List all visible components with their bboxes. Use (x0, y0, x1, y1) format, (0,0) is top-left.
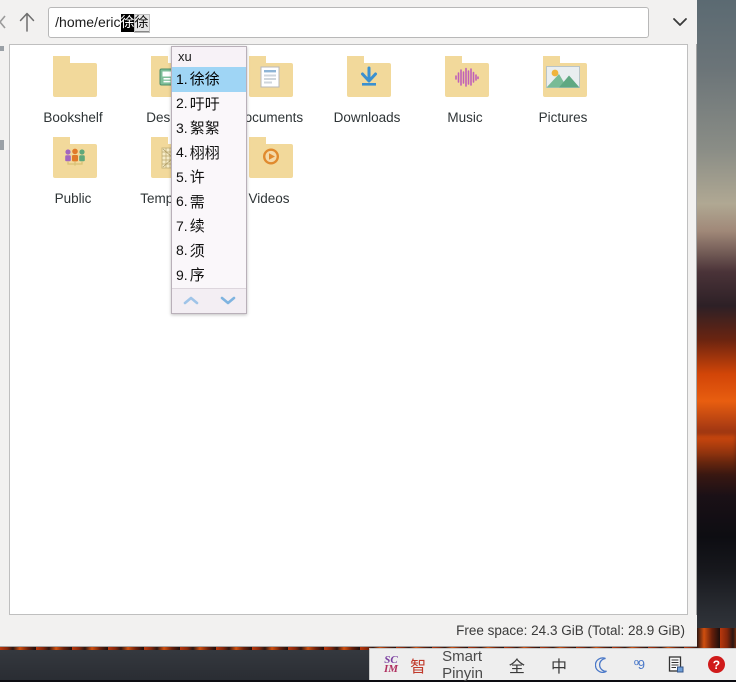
folder-videos-icon (241, 136, 297, 184)
file-item-label: Downloads (333, 110, 401, 125)
ime-candidate-6[interactable]: 6. 需 (172, 190, 246, 215)
status-bar: Free space: 24.3 GiB (Total: 28.9 GiB) (0, 615, 697, 646)
scim-engine-badge[interactable]: 智 (404, 650, 432, 680)
file-item-bookshelf[interactable]: Bookshelf (24, 51, 122, 132)
scim-input-method-toolbar[interactable]: SC IM 智 Smart Pinyin 全 中 º9 ? (369, 648, 736, 682)
file-item-pictures[interactable]: Pictures (514, 51, 612, 132)
candidate-text: 须 (189, 241, 205, 260)
edge-mark (0, 140, 4, 150)
punctuation-icon[interactable]: º9 (628, 650, 650, 680)
candidate-text: 序 (189, 266, 205, 284)
preedit-selected-char: 徐 (120, 14, 135, 32)
ime-pager (172, 287, 246, 313)
scim-logo-bottom: IM (384, 662, 399, 675)
ime-candidate-7[interactable]: 7. 续 (172, 214, 246, 239)
candidate-number: 2. (176, 95, 188, 112)
file-list-pane[interactable]: Bookshelf Documents Downloads Music Pict… (9, 44, 688, 615)
ime-candidate-2[interactable]: 2. 吁吁 (172, 92, 246, 117)
ime-candidate-list[interactable]: 1. 徐徐 2. 吁吁 3. 絮絮 4. 栩栩 5. 许 6. 需 7. 续 8… (172, 67, 246, 288)
candidate-number: 3. (176, 119, 188, 136)
preedit-remaining-char: 徐 (133, 14, 150, 33)
ime-candidate-3[interactable]: 3. 絮絮 (172, 116, 246, 141)
scim-engine-name[interactable]: Smart Pinyin (432, 648, 489, 682)
moon-icon[interactable] (589, 650, 616, 680)
icon-grid: Bookshelf Documents Downloads Music Pict… (10, 45, 687, 213)
candidate-text: 许 (189, 168, 205, 186)
chevron-up-icon[interactable] (179, 292, 203, 310)
ime-preedit-text: xu (172, 47, 246, 67)
candidate-number: 9. (176, 266, 188, 283)
file-item-music[interactable]: Music (416, 51, 514, 132)
ime-candidate-4[interactable]: 4. 栩栩 (172, 141, 246, 166)
candidate-text: 续 (189, 217, 205, 235)
candidate-number: 8. (176, 242, 188, 259)
file-item-label: Pictures (538, 110, 588, 125)
back-button[interactable] (0, 7, 9, 37)
file-manager-window: /home/eric徐徐 Bookshelf Documents Downloa… (0, 0, 697, 647)
folder-plain-icon (45, 55, 101, 103)
candidate-text: 需 (189, 192, 205, 211)
path-value: /home/eric (55, 14, 121, 30)
ime-candidate-8[interactable]: 8. 须 (172, 239, 246, 264)
ime-candidate-1[interactable]: 1. 徐徐 (172, 67, 246, 92)
ime-candidate-popup[interactable]: xu 1. 徐徐 2. 吁吁 3. 絮絮 4. 栩栩 5. 许 6. 需 7. … (171, 46, 247, 314)
scim-logo[interactable]: SC IM (378, 650, 404, 680)
candidate-text: 徐徐 (189, 70, 220, 88)
candidate-text: 吁吁 (189, 94, 220, 113)
window-left-edge (0, 44, 9, 615)
scim-language-toggle[interactable]: 中 (545, 650, 573, 680)
path-text: /home/eric徐徐 (55, 12, 150, 33)
candidate-number: 5. (176, 168, 188, 185)
candidate-number: 7. (176, 217, 188, 234)
folder-documents-icon (241, 55, 297, 103)
candidate-number: 6. (176, 193, 188, 210)
scim-width-toggle[interactable]: 全 (503, 650, 531, 680)
folder-public-icon (45, 136, 101, 184)
folder-music-icon (437, 55, 493, 103)
candidate-text: 栩栩 (189, 143, 220, 162)
file-item-label: Bookshelf (43, 110, 103, 125)
file-item-label: Videos (248, 191, 290, 206)
candidate-number: 4. (176, 144, 188, 161)
arrow-up-icon (19, 12, 35, 32)
path-dropdown-button[interactable] (663, 5, 697, 39)
file-item-public[interactable]: Public (24, 132, 122, 213)
path-input[interactable]: /home/eric徐徐 (48, 6, 650, 38)
folder-downloads-icon (339, 55, 395, 103)
file-item-downloads[interactable]: Downloads (318, 51, 416, 132)
keyboard-doc-icon[interactable] (662, 650, 690, 680)
candidate-text: 絮絮 (189, 119, 220, 137)
up-button[interactable] (11, 5, 43, 39)
file-manager-toolbar: /home/eric徐徐 (0, 0, 697, 44)
chevron-down-icon[interactable] (216, 292, 240, 310)
edge-mark (0, 46, 4, 51)
candidate-number: 1. (176, 70, 188, 87)
folder-pictures-icon (535, 55, 591, 103)
ime-candidate-9[interactable]: 9. 序 (172, 263, 246, 288)
file-item-label: Music (447, 110, 483, 125)
free-space-text: Free space: 24.3 GiB (Total: 28.9 GiB) (456, 623, 685, 638)
ime-candidate-5[interactable]: 5. 许 (172, 165, 246, 190)
chevron-down-icon (673, 18, 687, 26)
help-icon[interactable]: ? (702, 650, 731, 680)
file-item-label: Public (54, 191, 92, 206)
